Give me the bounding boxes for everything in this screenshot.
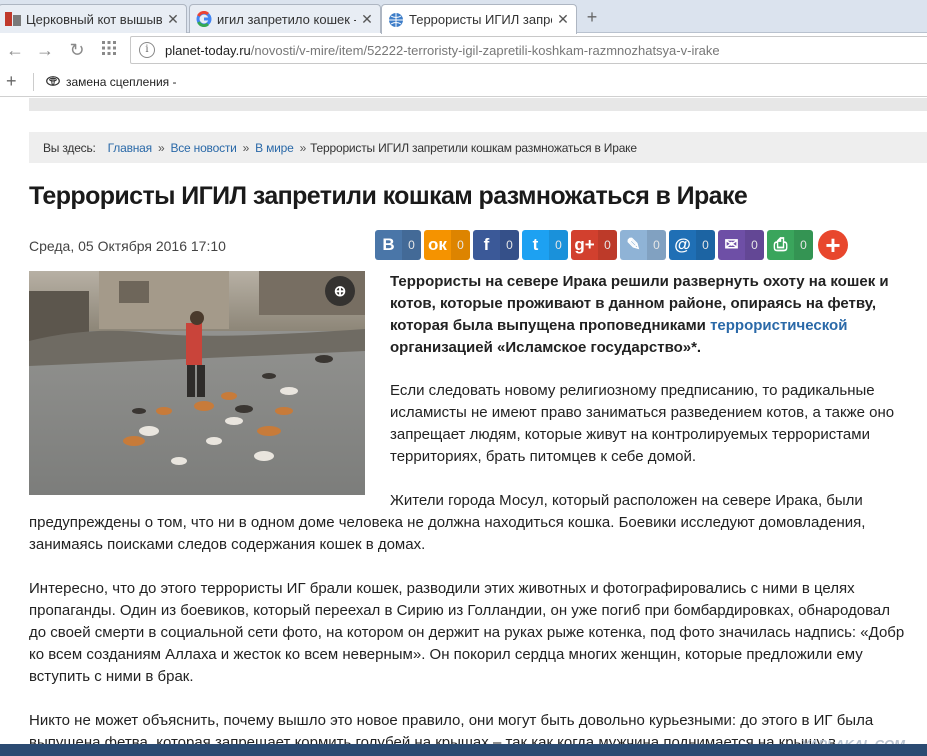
article-paragraph-2: предупреждены о том, что ни в одном доме… bbox=[29, 514, 866, 553]
pikabu-icon bbox=[5, 11, 21, 27]
breadcrumb-separator: » bbox=[157, 140, 165, 155]
mailru-icon: @ bbox=[669, 230, 696, 260]
breadcrumb: Вы здесь: Главная » Все новости » В мире… bbox=[29, 132, 927, 163]
article-photo[interactable] bbox=[29, 271, 365, 495]
divider bbox=[33, 73, 34, 91]
google-plus-icon: g+ bbox=[571, 230, 598, 260]
share-button[interactable]: ⎙ 0 bbox=[767, 230, 813, 260]
toyota-logo-icon bbox=[46, 75, 60, 89]
share-button[interactable]: В0 bbox=[375, 230, 421, 260]
article-lead: Террористы на севере Ирака решили развер… bbox=[390, 271, 900, 359]
url-host: planet-today.ru bbox=[165, 42, 251, 58]
tab-1[interactable]: Церковный кот вышывн ✕ bbox=[0, 4, 187, 33]
zoom-in-icon[interactable]: ⊕ bbox=[325, 276, 355, 306]
share-count: 0 bbox=[794, 230, 813, 260]
add-bookmark-icon[interactable]: + bbox=[6, 71, 17, 92]
globe-icon bbox=[388, 12, 404, 28]
close-icon[interactable]: ✕ bbox=[556, 11, 570, 28]
address-bar[interactable]: i planet-today.ru/novosti/v-mire/item/52… bbox=[130, 36, 927, 64]
bookmark-label: замена сцепления - bbox=[66, 75, 177, 89]
site-info-icon[interactable]: i bbox=[139, 42, 155, 58]
bookmarks-bar: + замена сцепления - bbox=[0, 67, 927, 97]
tab-2[interactable]: игил запретило кошек - П ✕ bbox=[189, 4, 381, 33]
share-count: 0 bbox=[647, 230, 666, 260]
share-count: 0 bbox=[500, 230, 519, 260]
page-title: Террористы ИГИЛ запретили кошкам размнож… bbox=[29, 182, 748, 210]
breadcrumb-all-news-link[interactable]: Все новости bbox=[170, 141, 236, 155]
lead-link[interactable]: террористической bbox=[710, 317, 847, 334]
vk-icon: В bbox=[375, 230, 402, 260]
twitter-icon: t bbox=[522, 230, 549, 260]
forward-icon[interactable]: → bbox=[34, 39, 56, 61]
share-count: 0 bbox=[598, 230, 617, 260]
page-content: Вы здесь: Главная » Все новости » В мире… bbox=[0, 98, 927, 756]
new-tab-icon[interactable]: + bbox=[582, 7, 602, 27]
navigation-bar: ← → ↻ i planet-today.ru/novosti/v-mire/i… bbox=[0, 33, 927, 67]
close-icon[interactable]: ✕ bbox=[360, 11, 374, 28]
livejournal-icon: ✎ bbox=[620, 230, 647, 260]
share-buttons: В 0 ок 0 f 0 t 0 g+ 0 ✎ 0 @0 ✉ 0 ⎙ 0 + bbox=[375, 230, 848, 260]
tab-3-active[interactable]: Террористы ИГИЛ запрет ✕ bbox=[381, 4, 577, 34]
facebook-icon: f bbox=[473, 230, 500, 260]
share-button[interactable]: t0 bbox=[522, 230, 568, 260]
tab-3-title: Террористы ИГИЛ запрет bbox=[409, 12, 552, 27]
share-count: 0 bbox=[402, 230, 421, 260]
share-button[interactable]: ✎ 0 bbox=[620, 230, 666, 260]
close-icon[interactable]: ✕ bbox=[166, 11, 180, 28]
share-count: 0 bbox=[549, 230, 568, 260]
reload-icon[interactable]: ↻ bbox=[66, 39, 88, 61]
tab-strip: Церковный кот вышывн ✕ игил запретило ко… bbox=[0, 0, 927, 34]
back-icon[interactable]: ← bbox=[4, 39, 26, 61]
breadcrumb-current: Террористы ИГИЛ запретили кошкам размнож… bbox=[310, 140, 637, 155]
os-taskbar bbox=[0, 744, 927, 756]
apps-grid-icon[interactable] bbox=[98, 39, 120, 61]
share-button[interactable]: g+ 0 bbox=[571, 230, 617, 260]
share-count: 0 bbox=[451, 230, 470, 260]
google-icon bbox=[196, 11, 212, 27]
lead-text-end: организацией «Исламское государство»*. bbox=[390, 339, 702, 356]
share-button[interactable]: ✉ 0 bbox=[718, 230, 764, 260]
breadcrumb-world-link[interactable]: В мире bbox=[255, 141, 294, 155]
email-icon: ✉ bbox=[718, 230, 745, 260]
header-strip bbox=[29, 98, 927, 111]
tab-2-title: игил запретило кошек - П bbox=[217, 11, 356, 27]
bookmark-item[interactable]: замена сцепления - bbox=[46, 75, 176, 89]
breadcrumb-home-link[interactable]: Главная bbox=[108, 141, 152, 155]
breadcrumb-separator: » bbox=[299, 140, 307, 155]
odnoklassniki-icon: ок bbox=[424, 230, 451, 260]
url-path: /novosti/v-mire/item/52222-terroristy-ig… bbox=[250, 42, 720, 58]
article-paragraph-3: Интересно, что до этого террористы ИГ бр… bbox=[29, 580, 905, 685]
share-button[interactable]: ок 0 bbox=[424, 230, 470, 260]
breadcrumb-label: Вы здесь: bbox=[43, 140, 96, 155]
share-button[interactable]: @0 bbox=[669, 230, 715, 260]
tab-1-title: Церковный кот вышывн bbox=[26, 11, 162, 27]
breadcrumb-separator: » bbox=[242, 140, 250, 155]
article-paragraph-2-first-line: Жители города Мосул, который расположен … bbox=[390, 492, 863, 509]
article-paragraph-1: Если следовать новому религиозному предп… bbox=[390, 382, 895, 465]
share-count: 0 bbox=[696, 230, 715, 260]
share-count: 0 bbox=[745, 230, 764, 260]
share-more-icon[interactable]: + bbox=[818, 230, 848, 260]
share-button[interactable]: f0 bbox=[473, 230, 519, 260]
article-date: Среда, 05 Октября 2016 17:10 bbox=[29, 238, 226, 254]
print-icon: ⎙ bbox=[767, 230, 794, 260]
